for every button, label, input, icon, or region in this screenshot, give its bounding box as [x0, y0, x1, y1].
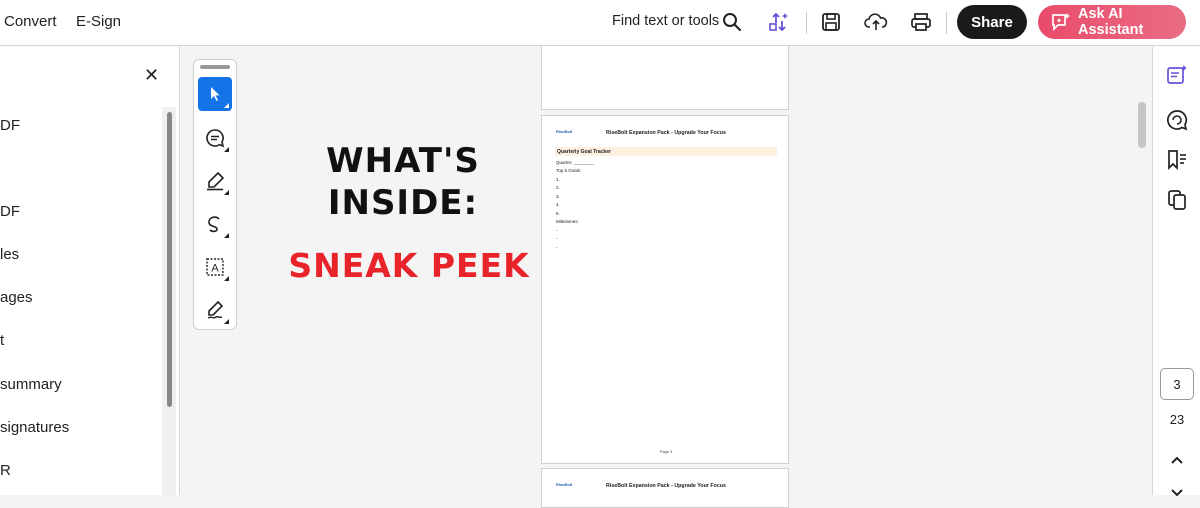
page-line: 2. [556, 185, 560, 190]
left-tools-panel: ✕ DF DF les ages t summary signatures R [0, 47, 180, 495]
ask-ai-assistant-label: Ask AI Assistant [1078, 6, 1144, 38]
page-section-band: Quarterly Goal Tracker [555, 147, 777, 156]
sneak-peek-heading: SNEAK PEEK [288, 246, 530, 285]
close-icon[interactable]: ✕ [144, 65, 159, 86]
chevron-up-icon[interactable] [1167, 452, 1187, 468]
page-line: Top 5 Goals: [556, 168, 582, 173]
corner-indicator [224, 276, 229, 281]
page-header-text: RiseBolt Expansion Pack - Upgrade Your F… [606, 130, 726, 136]
left-panel-item[interactable]: DF [0, 203, 20, 220]
upload-cloud-icon[interactable] [862, 8, 890, 36]
bookmarks-icon[interactable] [1165, 148, 1189, 172]
draw-freehand-tool[interactable] [198, 207, 232, 241]
comment-tool[interactable] [198, 121, 232, 155]
copy-pages-icon[interactable] [1165, 188, 1189, 212]
svg-text:A: A [211, 263, 219, 275]
left-panel-item[interactable]: t [0, 332, 4, 349]
top-toolbar: Convert E-Sign Find text or tools Share … [0, 0, 1200, 46]
page-preview-next: RiseBolt RiseBolt Expansion Pack - Upgra… [541, 468, 789, 508]
text-box-tool[interactable]: A [198, 250, 232, 284]
page-line: 3. [556, 194, 560, 199]
page-line: Quarter: ________ [556, 160, 594, 165]
comments-icon[interactable] [1165, 108, 1189, 132]
page-line: Milestones: [556, 219, 579, 224]
page-preview: RiseBolt RiseBolt Expansion Pack - Upgra… [541, 115, 789, 464]
share-button[interactable]: Share [957, 5, 1027, 39]
left-panel-item[interactable]: summary [0, 376, 62, 393]
toolbar-drag-handle[interactable] [200, 65, 230, 69]
search-icon[interactable] [718, 8, 746, 36]
left-panel-item[interactable]: les [0, 246, 19, 263]
quick-tools-toolbar: A [193, 59, 237, 330]
page-thumbnail-previous [541, 46, 789, 110]
headline-line-2: INSIDE: [327, 183, 479, 223]
document-scrollbar[interactable] [1138, 102, 1146, 148]
current-page-input[interactable]: 3 [1160, 368, 1194, 400]
left-panel-item[interactable]: signatures [0, 419, 69, 436]
corner-indicator [224, 147, 229, 152]
page-line: 5. [556, 211, 560, 216]
ask-ai-assistant-button[interactable]: Ask AI Assistant [1038, 5, 1186, 39]
page-line: - [556, 236, 558, 241]
page-line: 1. [556, 177, 560, 182]
corner-indicator [224, 103, 229, 108]
corner-indicator [224, 233, 229, 238]
find-text-or-tools[interactable]: Find text or tools [612, 13, 719, 29]
page-line: - [556, 228, 558, 233]
left-panel-item[interactable]: R [0, 462, 11, 479]
sign-tool[interactable] [198, 293, 232, 327]
corner-indicator [224, 319, 229, 324]
chevron-down-icon[interactable] [1167, 485, 1187, 501]
page-header-text: RiseBolt Expansion Pack - Upgrade Your F… [606, 483, 726, 489]
right-rail: 3 23 [1152, 47, 1200, 497]
left-panel-scrollbar[interactable] [167, 112, 172, 407]
print-icon[interactable] [907, 8, 935, 36]
left-panel-item[interactable]: DF [0, 117, 20, 134]
menu-convert[interactable]: Convert [4, 13, 57, 30]
headline-whats-inside: WHAT'S INSIDE: [290, 140, 516, 224]
menu-esign[interactable]: E-Sign [76, 13, 121, 30]
page-section-title: Quarterly Goal Tracker [557, 148, 611, 155]
save-icon[interactable] [817, 8, 845, 36]
page-footer: Page 3 [659, 450, 673, 454]
ai-assistant-icon [1050, 12, 1072, 36]
headline-line-1: WHAT'S [326, 141, 480, 181]
toolbar-divider [946, 12, 947, 34]
highlight-tool[interactable] [198, 164, 232, 198]
select-tool[interactable] [198, 77, 232, 111]
ai-tools-icon[interactable] [765, 8, 793, 36]
left-panel-item[interactable]: ages [0, 289, 33, 306]
page-line: 4. [556, 202, 560, 207]
corner-indicator [224, 190, 229, 195]
total-pages: 23 [1169, 412, 1185, 427]
page-line: - [556, 245, 558, 250]
toolbar-divider [806, 12, 807, 34]
ai-generate-icon[interactable] [1165, 63, 1189, 87]
